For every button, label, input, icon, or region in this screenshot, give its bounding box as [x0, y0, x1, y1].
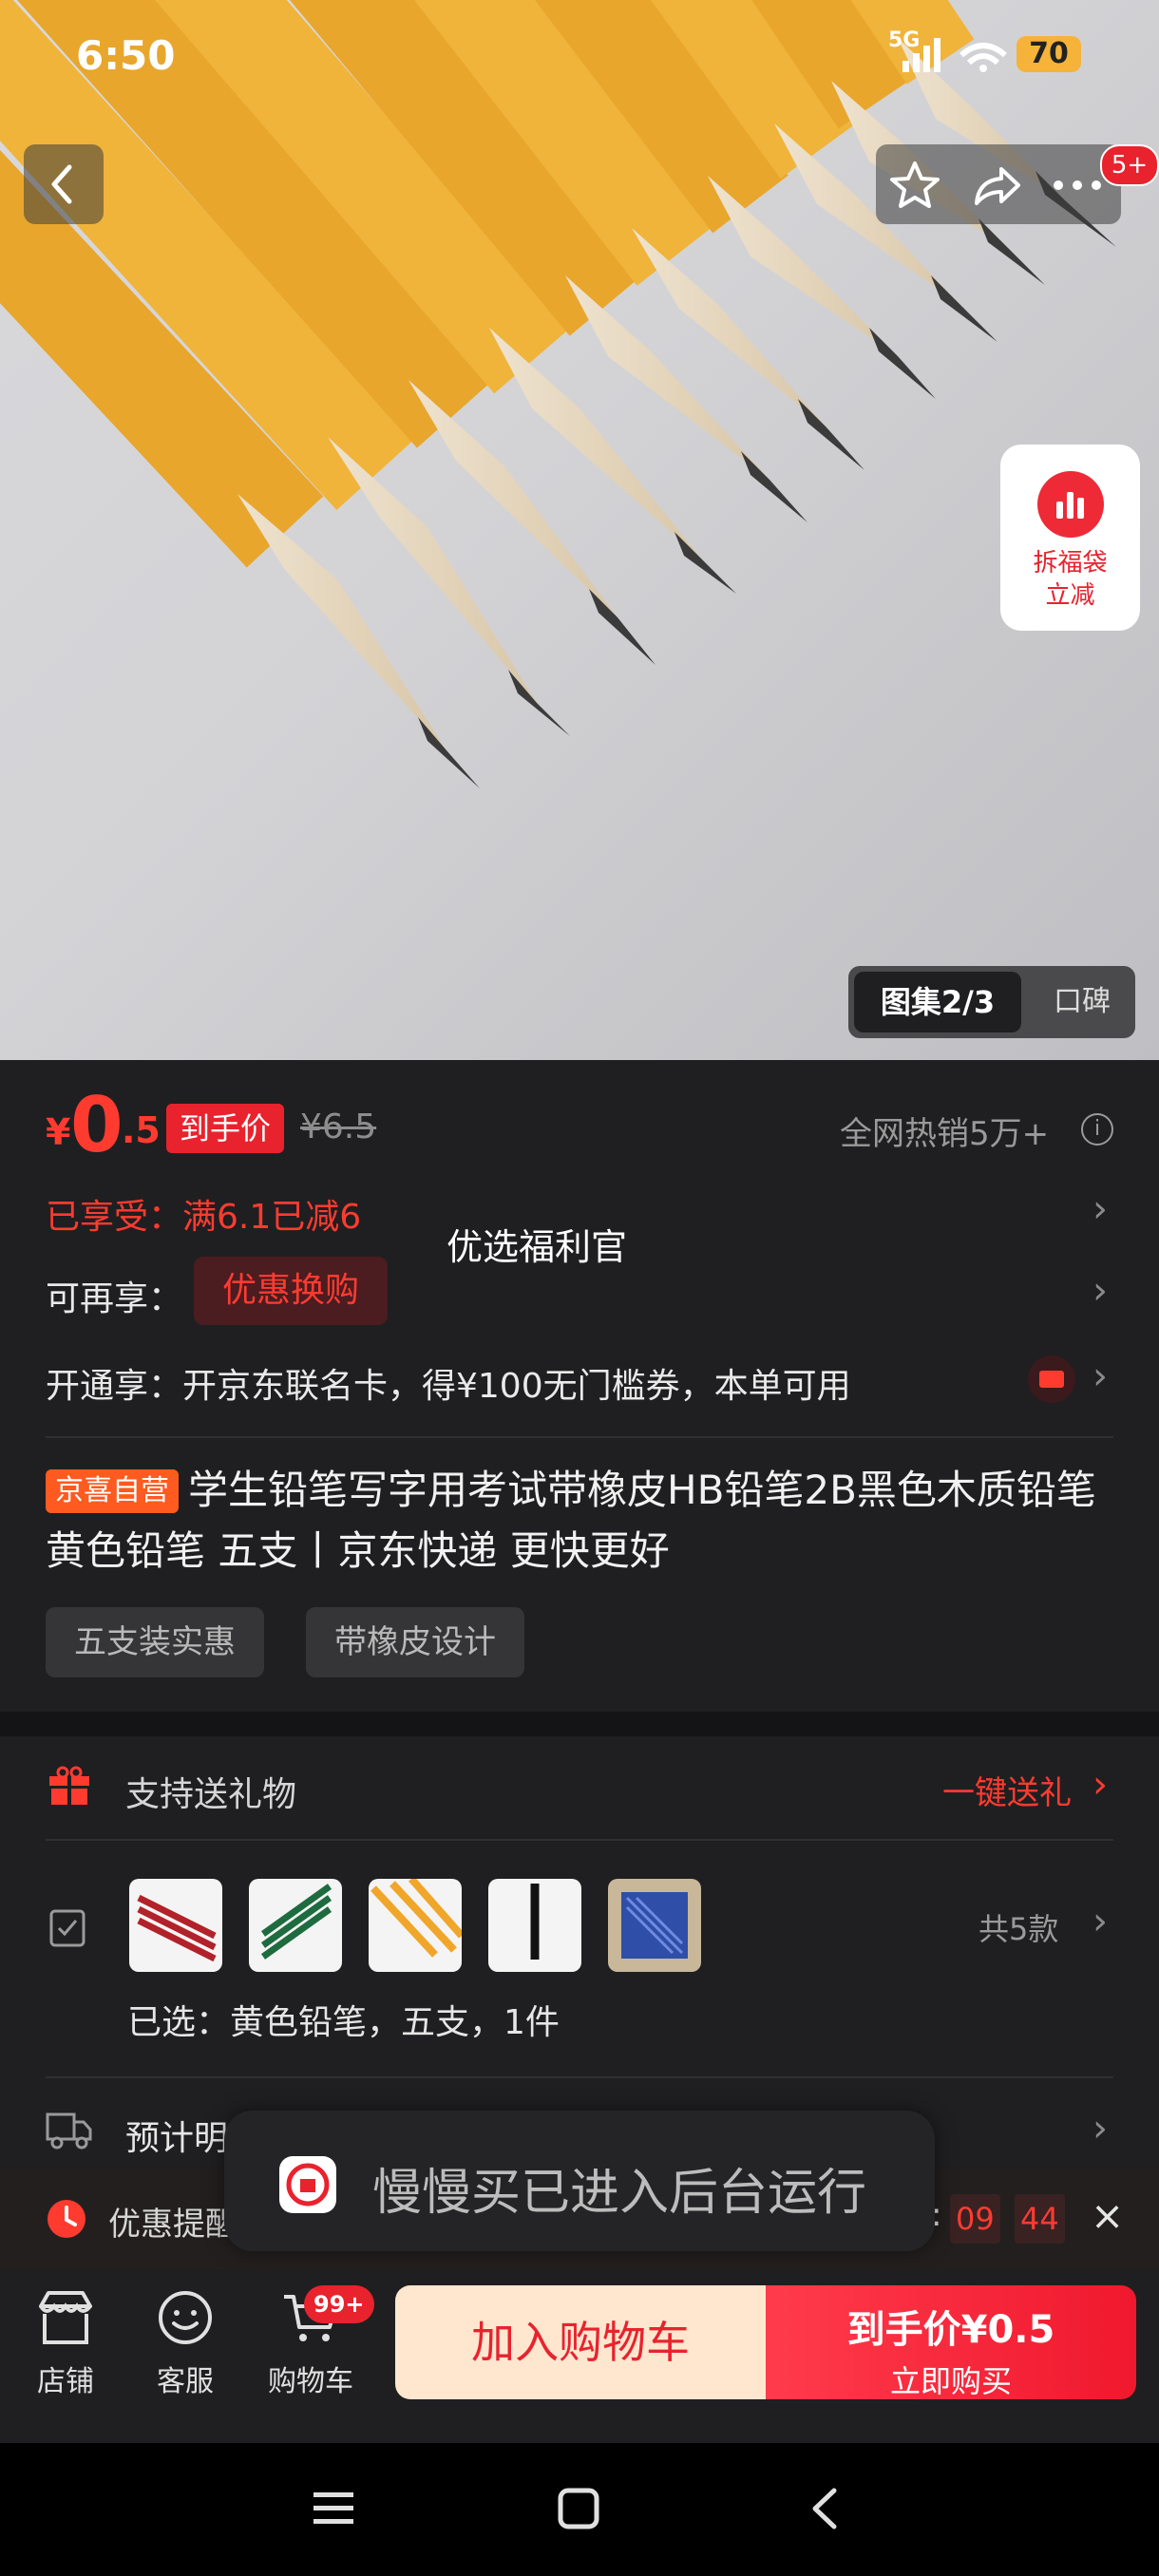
final-price-badge: 到手价 — [166, 1104, 285, 1153]
feature-chip[interactable]: 带橡皮设计 — [306, 1607, 524, 1677]
more-icon[interactable] — [1049, 160, 1106, 211]
send-gift-link[interactable]: 一键送礼 — [942, 1767, 1072, 1813]
section-gap — [0, 1712, 1159, 1736]
variant-thumb[interactable] — [129, 1879, 222, 1972]
menu-icon[interactable] — [310, 2485, 357, 2532]
countdown-minutes: 09 — [950, 2194, 1000, 2244]
gift-icon — [49, 1766, 89, 1805]
chevron-left-icon — [51, 164, 72, 204]
chevron-right-icon[interactable]: › — [1092, 1900, 1108, 1943]
discount-enjoyed[interactable]: 已享受：满6.1已减6 — [46, 1189, 361, 1239]
variant-thumb[interactable] — [488, 1879, 581, 1972]
more-offers-label: 可再享： — [46, 1279, 183, 1318]
smile-icon — [159, 2291, 212, 2344]
price-integer: 0 — [70, 1081, 124, 1169]
gallery-switch: 图集2/3 口碑 — [848, 966, 1135, 1038]
truck-icon — [46, 2112, 92, 2150]
lucky-bag-line2: 立减 — [1045, 581, 1095, 610]
product-title: 学生铅笔写字用考试带橡皮HB铅笔2B黑色木质铅笔 黄色铅笔 五支丨京东快递 更快… — [46, 1467, 1096, 1574]
hot-sales: 全网热销5万+ — [840, 1115, 1050, 1153]
divider — [46, 2076, 1113, 2078]
star-icon[interactable] — [889, 160, 940, 211]
price-currency: ¥ — [46, 1111, 71, 1153]
service-button[interactable]: 客服 — [133, 2289, 238, 2399]
chevron-right-icon[interactable]: › — [1092, 1763, 1108, 1807]
welfare-tip: 优选福利官 — [446, 1226, 628, 1268]
back-nav-icon[interactable] — [802, 2485, 849, 2532]
app-logo-icon — [279, 2156, 336, 2213]
reminder-label: 优惠提醒 — [108, 2206, 238, 2244]
close-icon[interactable]: × — [1091, 2192, 1124, 2239]
tab-reviews[interactable]: 口碑 — [1035, 972, 1130, 1032]
service-label: 客服 — [157, 2365, 214, 2398]
divider — [46, 1839, 1113, 1841]
chevron-right-icon[interactable]: › — [1092, 1269, 1108, 1313]
status-time: 6:50 — [76, 32, 176, 79]
add-to-cart-button[interactable]: 加入购物车 — [395, 2285, 766, 2399]
system-nav-bar — [0, 2443, 1159, 2576]
battery-indicator: 70 — [1016, 36, 1081, 72]
chevron-right-icon[interactable]: › — [1092, 1187, 1108, 1231]
variant-thumb[interactable] — [249, 1879, 342, 1972]
price-decimal: .5 — [122, 1109, 161, 1151]
cart-label: 购物车 — [268, 2365, 353, 2398]
tab-gallery[interactable]: 图集2/3 — [854, 972, 1021, 1032]
store-label: 店铺 — [37, 2365, 94, 2398]
variant-thumb[interactable] — [369, 1879, 462, 1972]
promo-exchange-button[interactable]: 优惠换购 — [194, 1257, 388, 1325]
chevron-right-icon[interactable]: › — [1092, 1354, 1108, 1398]
card-offer[interactable]: 开通享：开京东联名卡，得¥100无门槛券，本单可用 — [46, 1358, 851, 1408]
chart-icon — [1036, 471, 1104, 538]
buy-now-button[interactable]: 到手价¥0.5 立即购买 — [766, 2285, 1136, 2399]
gift-support-label: 支持送礼物 — [125, 1775, 297, 1814]
clock-icon — [48, 2200, 86, 2238]
top-actions — [876, 144, 1121, 224]
lucky-bag-promo[interactable]: 拆福袋 立减 — [1000, 445, 1140, 631]
cart-badge: 99+ — [304, 2285, 374, 2323]
checklist-icon — [49, 1909, 86, 1947]
original-price: ¥6.5 — [300, 1108, 377, 1146]
store-button[interactable]: 店铺 — [13, 2289, 118, 2399]
buy-label: 立即购买 — [889, 2363, 1012, 2399]
back-button[interactable] — [24, 144, 104, 224]
info-icon[interactable]: i — [1081, 1113, 1113, 1146]
variant-count[interactable]: 共5款 — [978, 1905, 1058, 1949]
store-icon — [39, 2291, 92, 2344]
variant-thumb[interactable] — [608, 1879, 701, 1972]
signal-wifi-icon — [902, 38, 1007, 72]
self-operated-tag: 京喜自营 — [46, 1469, 179, 1513]
chevron-right-icon[interactable]: › — [1092, 2107, 1108, 2150]
countdown-seconds: 44 — [1015, 2194, 1065, 2244]
feature-chip[interactable]: 五支装实惠 — [46, 1607, 264, 1677]
divider — [46, 1436, 1113, 1438]
lucky-bag-line1: 拆福袋 — [1033, 549, 1108, 578]
selected-variant[interactable]: 已选：黄色铅笔，五支，1件 — [127, 1995, 560, 2044]
notification-badge: 5+ — [1100, 144, 1159, 186]
credit-card-icon — [1028, 1355, 1075, 1403]
toast-message: 慢慢买已进入后台运行 — [372, 2165, 867, 2222]
home-icon[interactable] — [555, 2485, 602, 2532]
buy-price: 到手价¥0.5 — [846, 2308, 1055, 2352]
share-icon[interactable] — [971, 160, 1022, 211]
delivery-estimate[interactable]: 预计明 — [125, 2111, 228, 2160]
